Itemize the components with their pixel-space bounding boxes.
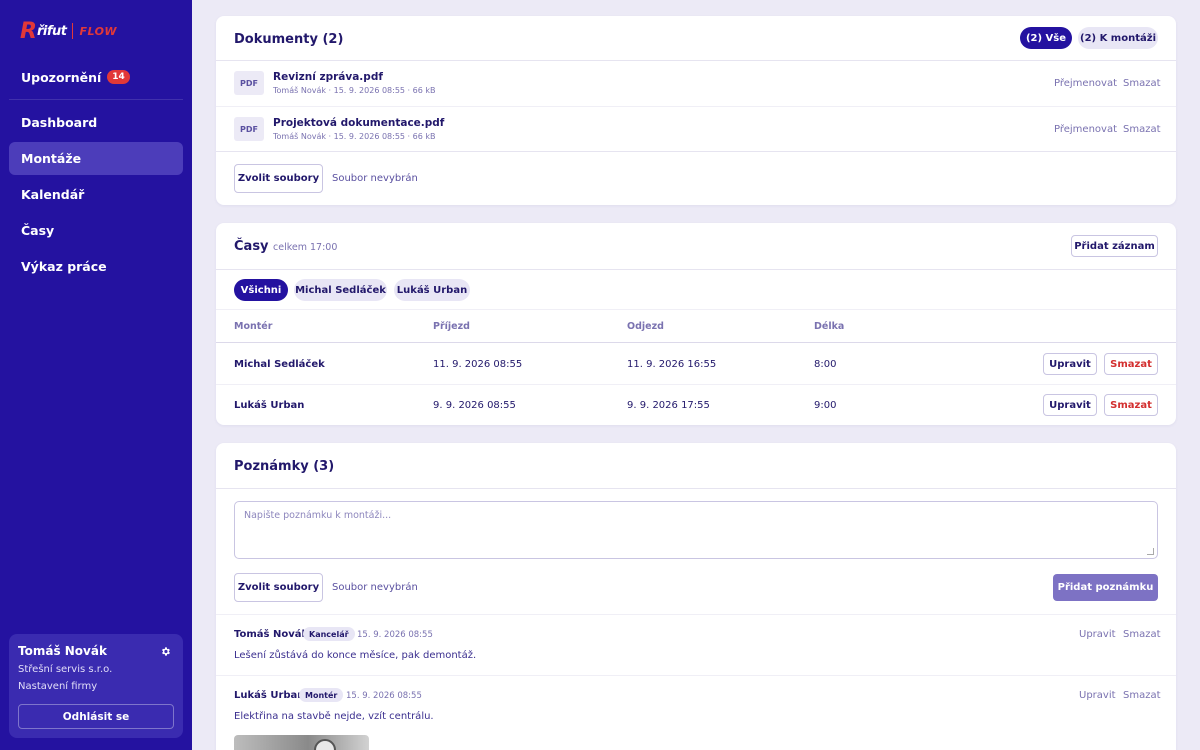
edit-time-button[interactable]: Upravit [1043,394,1097,416]
divider [216,384,1176,385]
table-header-divider [216,342,1176,343]
column-header-worker[interactable]: Montér [234,321,272,332]
cell-arrival: 11. 9. 2026 08:55 [433,359,523,370]
sidebar-item-alerts[interactable]: Upozornění 14 [9,62,183,92]
delete-link[interactable]: Smazat [1123,78,1161,89]
filter-all[interactable]: (2) Vše [1020,27,1072,49]
role-badge: Montér [299,688,344,702]
note-date: 15. 9. 2026 08:55 [357,630,433,640]
cell-departure: 11. 9. 2026 16:55 [627,359,717,370]
delete-note-link[interactable]: Smazat [1123,629,1161,640]
document-name[interactable]: Revizní zpráva.pdf [273,71,383,83]
column-header-duration[interactable]: Délka [814,321,844,332]
delete-time-button[interactable]: Smazat [1104,353,1158,375]
rename-link[interactable]: Přejmenovat [1054,78,1117,89]
cell-duration: 9:00 [814,400,837,411]
logo-divider [72,23,74,39]
pdf-file-icon: PDF [234,71,264,95]
sidebar-item-label: Časy [21,223,55,238]
divider [216,269,1176,270]
sidebar-item-label: Kalendář [21,187,85,202]
notes-title: Poznámky (3) [234,459,335,474]
cell-arrival: 9. 9. 2026 08:55 [433,400,516,411]
times-title: Časy [234,239,269,254]
divider [216,106,1176,107]
delete-note-link[interactable]: Smazat [1123,690,1161,701]
edit-note-link[interactable]: Upravit [1079,690,1116,701]
cell-duration: 8:00 [814,359,837,370]
sidebar-item-label: Upozornění [21,69,102,85]
edit-note-link[interactable]: Upravit [1079,629,1116,640]
notes-card: Poznámky (3) Napište poznámku k montáži.… [216,443,1176,750]
user-company: Střešní servis s.r.o. [18,664,113,675]
delete-time-button[interactable]: Smazat [1104,394,1158,416]
document-meta: Tomáš Novák · 15. 9. 2026 08:55 · 66 kB [273,132,436,141]
document-meta: Tomáš Novák · 15. 9. 2026 08:55 · 66 kB [273,86,436,95]
sidebar: R řifut FLOW Upozornění 14 Dashboard Mon… [0,0,192,750]
choose-files-button[interactable]: Zvolit soubory [234,164,323,193]
gauge-image [314,739,336,750]
note-textarea[interactable]: Napište poznámku k montáži... [234,501,1158,559]
note-author: Lukáš Urban [234,690,305,701]
sidebar-item-label: Dashboard [21,115,98,130]
company-settings-link[interactable]: Nastavení firmy [18,681,174,692]
user-card: Tomáš Novák Střešní servis s.r.o. Nastav… [9,634,183,738]
cell-worker: Lukáš Urban [234,400,305,411]
note-date: 15. 9. 2026 08:55 [346,691,422,701]
sidebar-item-kalendar[interactable]: Kalendář [9,178,183,211]
divider [216,488,1176,489]
edit-time-button[interactable]: Upravit [1043,353,1097,375]
note-text: Lešení zůstává do konce měsíce, pak demo… [234,650,477,661]
logo-flow: FLOW [79,24,118,38]
filter-michal-sedlacek[interactable]: Michal Sedláček [294,279,387,301]
resize-grip-icon[interactable] [1147,548,1154,555]
no-file-label: Soubor nevybrán [332,582,418,593]
choose-files-button[interactable]: Zvolit soubory [234,573,323,602]
cell-worker: Michal Sedláček [234,359,325,370]
add-note-button[interactable]: Přidat poznámku [1053,574,1158,601]
sidebar-item-label: Výkaz práce [21,259,107,274]
logout-button[interactable]: Odhlásit se [18,704,174,729]
column-header-arrival[interactable]: Příjezd [433,321,470,332]
documents-title: Dokumenty (2) [234,32,344,47]
brand-logo[interactable]: R řifut FLOW [20,18,118,44]
note-author: Tomáš Novák [234,629,309,640]
note-text: Elektřina na stavbě nejde, vzít centrálu… [234,711,434,722]
sidebar-item-montaze[interactable]: Montáže [9,142,183,175]
user-name: Tomáš Novák [18,644,107,658]
sidebar-item-casy[interactable]: Časy [9,214,183,247]
role-badge: Kancelář [303,627,355,641]
divider [216,309,1176,310]
sidebar-item-vykaz-prace[interactable]: Výkaz práce [9,250,183,283]
rename-link[interactable]: Přejmenovat [1054,124,1117,135]
sidebar-item-label: Montáže [21,151,82,166]
divider [216,675,1176,676]
no-file-label: Soubor nevybrán [332,173,418,184]
filter-installation[interactable]: (2) K montáži [1078,27,1158,49]
gear-icon[interactable] [160,646,171,657]
alerts-count-badge: 14 [107,70,130,84]
divider [216,151,1176,152]
sidebar-item-dashboard[interactable]: Dashboard [9,106,183,139]
document-name[interactable]: Projektová dokumentace.pdf [273,117,444,129]
times-total: celkem 17:00 [273,242,338,253]
filter-lukas-urban[interactable]: Lukáš Urban [394,279,470,301]
pdf-file-icon: PDF [234,117,264,141]
note-attachment-thumbnail[interactable] [234,735,369,750]
documents-card: Dokumenty (2) (2) Vše (2) K montáži PDF … [216,16,1176,205]
sidebar-divider [9,99,183,100]
divider [216,614,1176,615]
delete-link[interactable]: Smazat [1123,124,1161,135]
add-record-button[interactable]: Přidat záznam [1071,235,1158,257]
logo-mark: R [20,18,37,44]
times-card: Časy celkem 17:00 Přidat záznam Všichni … [216,223,1176,425]
logo-wordmark: řifut [36,23,67,39]
cell-departure: 9. 9. 2026 17:55 [627,400,710,411]
filter-all-workers[interactable]: Všichni [234,279,288,301]
note-placeholder: Napište poznámku k montáži... [244,510,392,521]
column-header-departure[interactable]: Odjezd [627,321,664,332]
divider [216,60,1176,61]
